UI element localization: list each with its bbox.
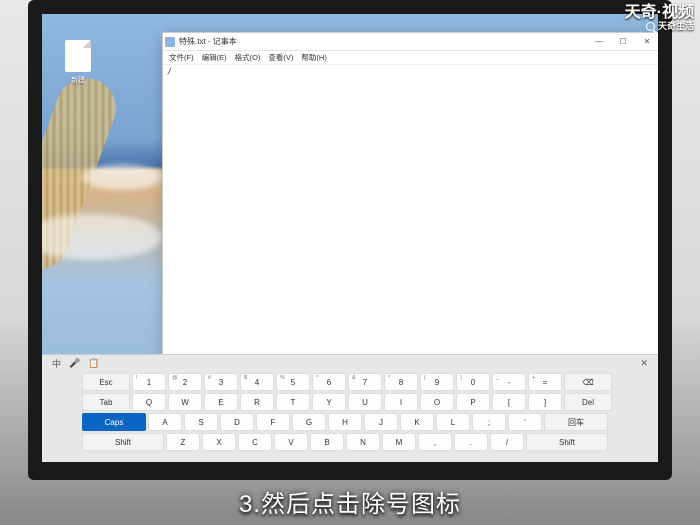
wallpaper-cloud: [82, 164, 162, 190]
key-h[interactable]: H: [328, 413, 362, 431]
watermark-line2: 天奇生活: [625, 22, 694, 32]
osk-header: 中 🎤 📋 ✕: [42, 355, 658, 371]
desktop-file-icon[interactable]: 新建: [58, 40, 98, 85]
key-semicolon[interactable]: ;: [472, 413, 506, 431]
key-3[interactable]: #3: [204, 373, 238, 391]
key-minus[interactable]: _-: [492, 373, 526, 391]
osk-row-4: Shift Z X C V B N M , . / Shift: [82, 433, 618, 451]
key-1[interactable]: !1: [132, 373, 166, 391]
file-icon: [65, 40, 91, 72]
notepad-menubar: 文件(F) 编辑(E) 格式(O) 查看(V) 帮助(H): [163, 51, 658, 65]
notepad-textarea[interactable]: /: [163, 65, 658, 367]
watermark: 天奇·视频 天奇生活: [625, 4, 694, 31]
key-e[interactable]: E: [204, 393, 238, 411]
osk-body: Esc !1 @2 #3 $4 %5 ^6 &7 *8 (9 )0 _- += …: [42, 371, 658, 457]
key-l[interactable]: L: [436, 413, 470, 431]
notepad-icon: [165, 37, 175, 47]
monitor-frame: 新建 特殊.txt - 记事本 — ☐ ✕ 文件(F) 编辑(E) 格式(O) …: [28, 0, 672, 480]
key-r[interactable]: R: [240, 393, 274, 411]
key-capslock[interactable]: Caps: [82, 413, 146, 431]
key-shift-right[interactable]: Shift: [526, 433, 608, 451]
menu-help[interactable]: 帮助(H): [301, 52, 326, 63]
search-icon: [646, 22, 655, 31]
key-w[interactable]: W: [168, 393, 202, 411]
key-q[interactable]: Q: [132, 393, 166, 411]
key-o[interactable]: O: [420, 393, 454, 411]
key-2[interactable]: @2: [168, 373, 202, 391]
key-b[interactable]: B: [310, 433, 344, 451]
notepad-titlebar[interactable]: 特殊.txt - 记事本 — ☐ ✕: [163, 33, 658, 51]
key-p[interactable]: P: [456, 393, 490, 411]
key-equals[interactable]: +=: [528, 373, 562, 391]
desktop-screen: 新建 特殊.txt - 记事本 — ☐ ✕ 文件(F) 编辑(E) 格式(O) …: [42, 14, 658, 462]
wallpaper-cloud: [42, 214, 162, 260]
key-k[interactable]: K: [400, 413, 434, 431]
key-n[interactable]: N: [346, 433, 380, 451]
osk-row-2: Tab Q W E R T Y U I O P [ ] Del: [82, 393, 618, 411]
osk-row-1: Esc !1 @2 #3 $4 %5 ^6 &7 *8 (9 )0 _- += …: [82, 373, 618, 391]
mic-icon[interactable]: 🎤: [69, 358, 80, 369]
key-m[interactable]: M: [382, 433, 416, 451]
key-t[interactable]: T: [276, 393, 310, 411]
key-enter[interactable]: 回车: [544, 413, 608, 431]
osk-row-3: Caps A S D F G H J K L ; ' 回车: [82, 413, 618, 431]
clipboard-icon[interactable]: 📋: [88, 358, 99, 369]
key-j[interactable]: J: [364, 413, 398, 431]
key-comma[interactable]: ,: [418, 433, 452, 451]
notepad-window: 特殊.txt - 记事本 — ☐ ✕ 文件(F) 编辑(E) 格式(O) 查看(…: [162, 32, 658, 368]
key-u[interactable]: U: [348, 393, 382, 411]
minimize-button[interactable]: —: [587, 34, 611, 50]
key-4[interactable]: $4: [240, 373, 274, 391]
key-g[interactable]: G: [292, 413, 326, 431]
key-c[interactable]: C: [238, 433, 272, 451]
key-backspace[interactable]: ⌫: [564, 373, 612, 391]
key-period[interactable]: .: [454, 433, 488, 451]
key-slash[interactable]: /: [490, 433, 524, 451]
maximize-button[interactable]: ☐: [611, 34, 635, 50]
key-bracket-r[interactable]: ]: [528, 393, 562, 411]
menu-view[interactable]: 查看(V): [268, 52, 293, 63]
key-5[interactable]: %5: [276, 373, 310, 391]
key-s[interactable]: S: [184, 413, 218, 431]
key-i[interactable]: I: [384, 393, 418, 411]
menu-edit[interactable]: 编辑(E): [202, 52, 227, 63]
key-z[interactable]: Z: [166, 433, 200, 451]
key-del[interactable]: Del: [564, 393, 612, 411]
osk-close-icon[interactable]: ✕: [640, 358, 648, 369]
key-y[interactable]: Y: [312, 393, 346, 411]
osk-lang-toggle[interactable]: 中: [52, 357, 61, 370]
key-esc[interactable]: Esc: [82, 373, 130, 391]
key-9[interactable]: (9: [420, 373, 454, 391]
key-0[interactable]: )0: [456, 373, 490, 391]
key-shift-left[interactable]: Shift: [82, 433, 164, 451]
menu-file[interactable]: 文件(F): [169, 52, 194, 63]
desktop-file-label: 新建: [58, 75, 98, 85]
window-controls: — ☐ ✕: [587, 34, 658, 50]
key-v[interactable]: V: [274, 433, 308, 451]
onscreen-keyboard: 中 🎤 📋 ✕ Esc !1 @2 #3 $4 %5 ^6 &7 *8 (9: [42, 354, 658, 462]
key-x[interactable]: X: [202, 433, 236, 451]
key-d[interactable]: D: [220, 413, 254, 431]
key-quote[interactable]: ': [508, 413, 542, 431]
menu-format[interactable]: 格式(O): [235, 52, 261, 63]
subtitle-caption: 3.然后点击除号图标: [0, 484, 700, 519]
key-6[interactable]: ^6: [312, 373, 346, 391]
key-7[interactable]: &7: [348, 373, 382, 391]
key-bracket-l[interactable]: [: [492, 393, 526, 411]
key-a[interactable]: A: [148, 413, 182, 431]
key-f[interactable]: F: [256, 413, 290, 431]
close-button[interactable]: ✕: [635, 34, 658, 50]
key-8[interactable]: *8: [384, 373, 418, 391]
window-title: 特殊.txt - 记事本: [179, 36, 237, 47]
watermark-line1: 天奇·视频: [625, 4, 694, 22]
key-tab[interactable]: Tab: [82, 393, 130, 411]
